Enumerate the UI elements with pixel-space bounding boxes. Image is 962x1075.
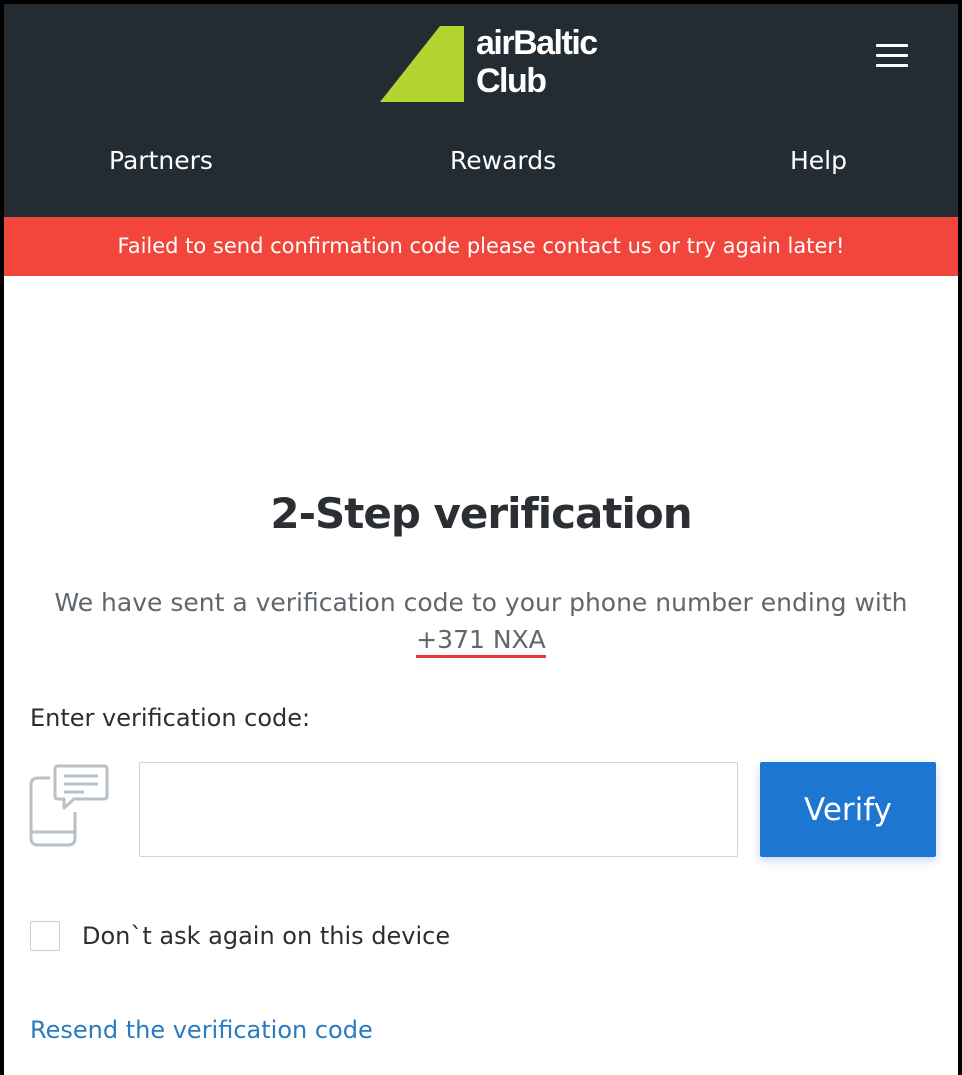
code-label: Enter verification code:: [30, 704, 311, 732]
phone-message-icon: [29, 764, 109, 847]
airbaltic-logo-icon: [380, 26, 464, 102]
verify-button[interactable]: Verify: [760, 762, 936, 857]
hamburger-menu-icon[interactable]: [874, 42, 910, 70]
logo-text: airBaltic Club: [476, 24, 598, 100]
verification-code-input[interactable]: [139, 762, 738, 857]
nav-partners[interactable]: Partners: [109, 146, 213, 175]
page: airBaltic Club Partners Rewards Help Fai…: [4, 4, 958, 1075]
page-title: 2-Step verification: [270, 489, 692, 538]
verification-description: We have sent a verification code to your…: [24, 584, 938, 658]
logo-line-2: Club: [476, 62, 547, 100]
remember-device-checkbox[interactable]: [30, 921, 60, 951]
nav-help[interactable]: Help: [790, 146, 847, 175]
logo-line-1: airBaltic: [476, 24, 598, 62]
nav-rewards[interactable]: Rewards: [450, 146, 556, 175]
phone-ending: +371 NXA: [416, 625, 546, 658]
site-header: airBaltic Club Partners Rewards Help: [4, 4, 958, 217]
remember-device-label[interactable]: Don`t ask again on this device: [82, 922, 450, 950]
resend-code-link[interactable]: Resend the verification code: [30, 1016, 373, 1044]
error-alert: Failed to send confirmation code please …: [4, 217, 958, 276]
description-text: We have sent a verification code to your…: [54, 588, 908, 617]
airbaltic-club-logo[interactable]: airBaltic Club: [380, 24, 620, 106]
